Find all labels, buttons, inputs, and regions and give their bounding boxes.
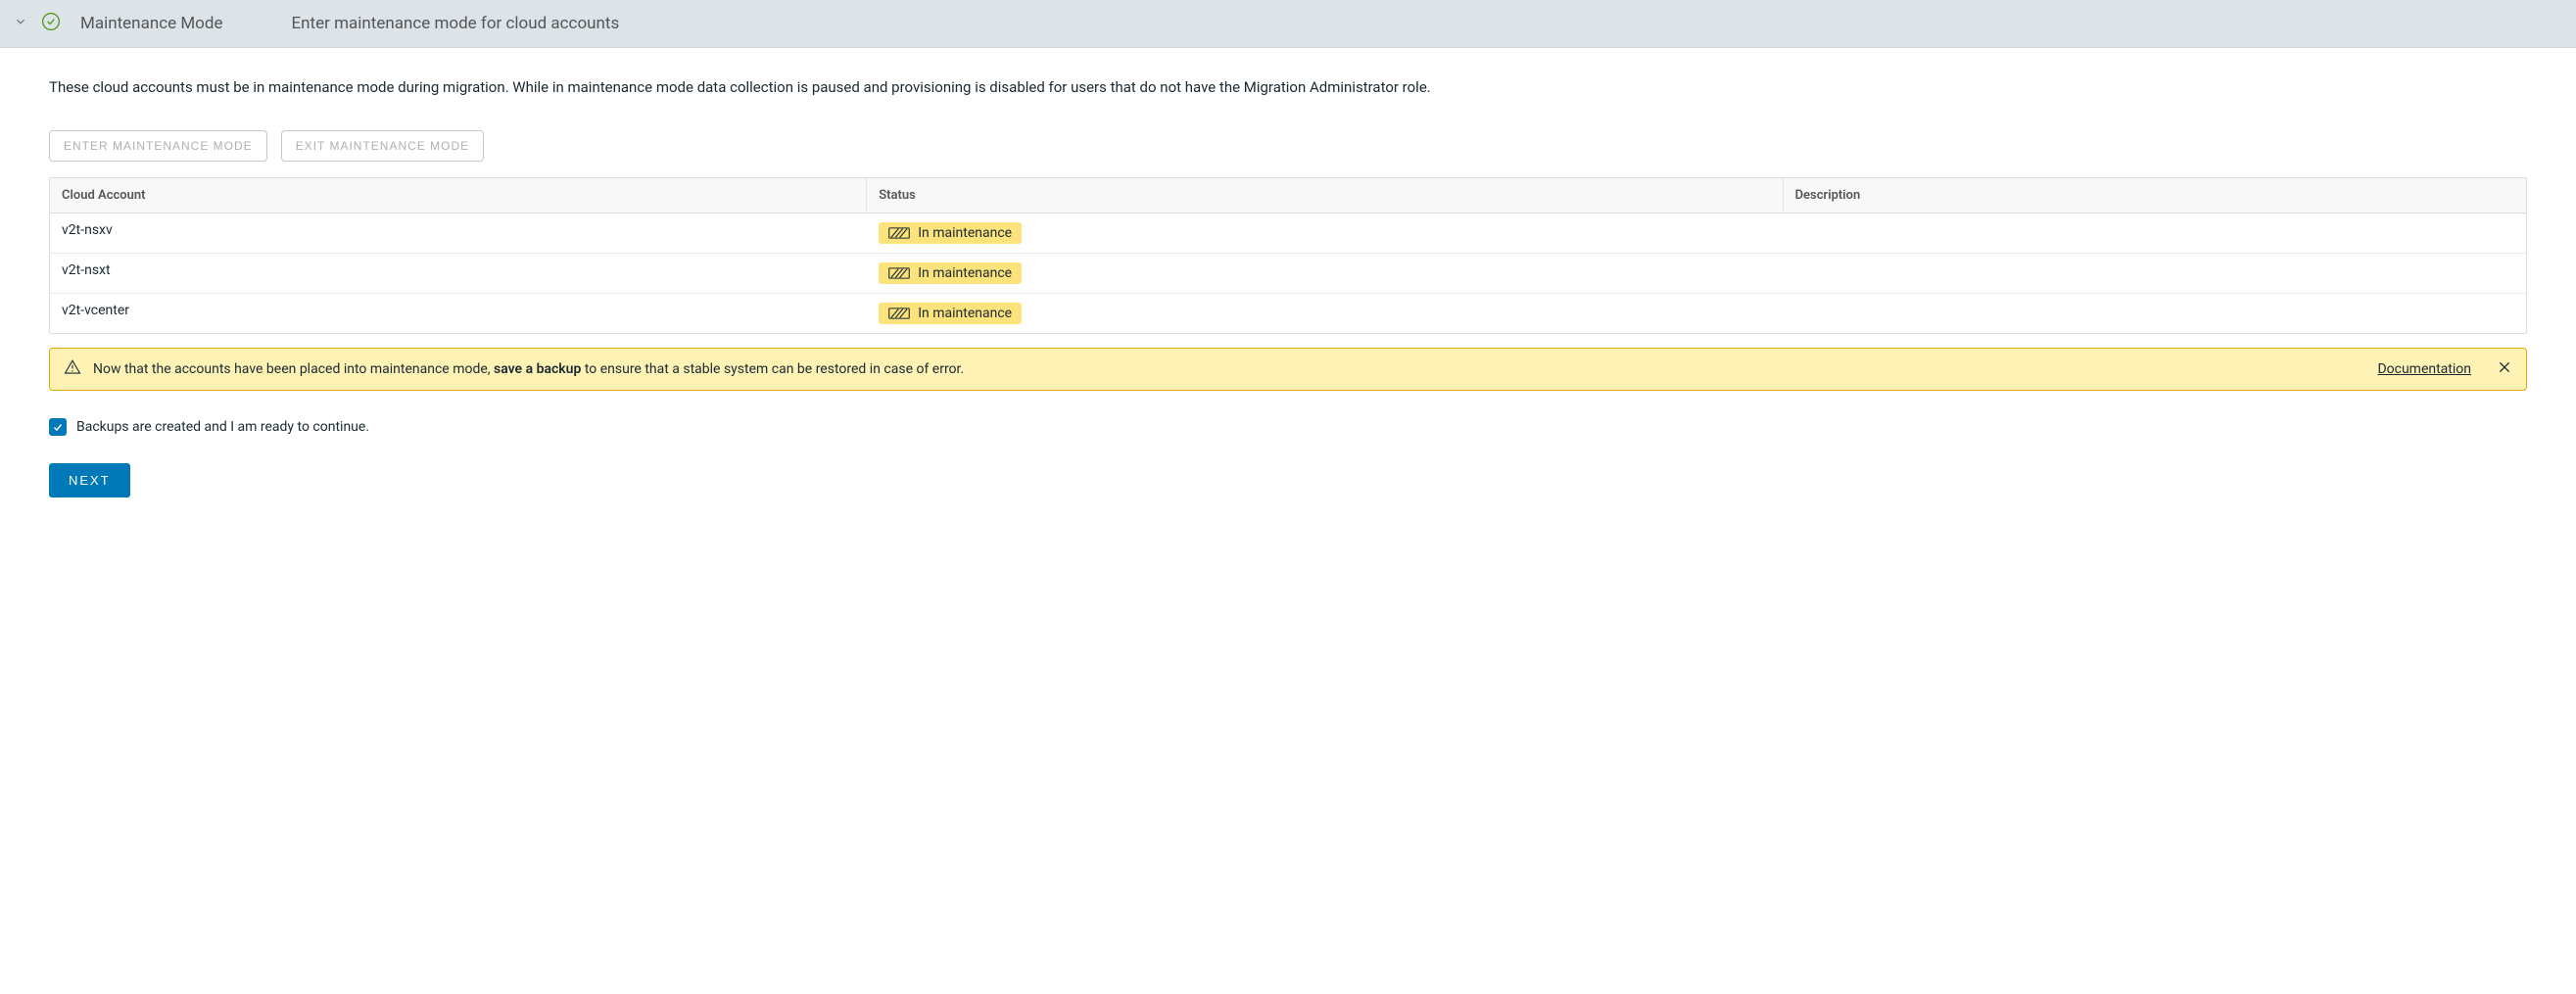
chevron-down-icon[interactable] <box>14 15 27 32</box>
table-row[interactable]: v2t-nsxv In maintenance <box>50 213 2526 254</box>
cell-status: In maintenance <box>867 254 1783 293</box>
ready-checkbox[interactable] <box>49 418 67 436</box>
alert-text-prefix: Now that the accounts have been placed i… <box>93 361 494 377</box>
status-badge: In maintenance <box>879 262 1022 284</box>
close-icon[interactable] <box>2497 359 2512 379</box>
step-header: Maintenance Mode Enter maintenance mode … <box>0 0 2576 48</box>
cell-description <box>1784 254 2526 293</box>
status-badge: In maintenance <box>879 303 1022 324</box>
backup-alert: Now that the accounts have been placed i… <box>49 348 2527 391</box>
alert-text-bold: save a backup <box>494 361 581 377</box>
status-complete-icon <box>41 12 61 35</box>
cell-status: In maintenance <box>867 294 1783 333</box>
ready-checkbox-row: Backups are created and I am ready to co… <box>49 418 2527 436</box>
documentation-link[interactable]: Documentation <box>2377 361 2471 377</box>
page-subtitle: Enter maintenance mode for cloud account… <box>291 14 619 33</box>
cell-description <box>1784 294 2526 333</box>
table-header: Cloud Account Status Description <box>50 178 2526 213</box>
content-area: These cloud accounts must be in maintena… <box>0 48 2576 525</box>
col-header-status: Status <box>867 178 1783 213</box>
table-row[interactable]: v2t-nsxt In maintenance <box>50 254 2526 294</box>
col-header-account: Cloud Account <box>50 178 867 213</box>
status-label: In maintenance <box>918 265 1012 281</box>
status-label: In maintenance <box>918 225 1012 241</box>
cell-account: v2t-nsxv <box>50 213 867 253</box>
enter-maintenance-button[interactable]: ENTER MAINTENANCE MODE <box>49 130 267 162</box>
exit-maintenance-button[interactable]: EXIT MAINTENANCE MODE <box>281 130 484 162</box>
alert-message: Now that the accounts have been placed i… <box>93 361 2365 377</box>
maintenance-icon <box>888 266 910 280</box>
next-button[interactable]: NEXT <box>49 463 130 497</box>
cell-description <box>1784 213 2526 253</box>
status-badge: In maintenance <box>879 222 1022 244</box>
alert-text-suffix: to ensure that a stable system can be re… <box>581 361 964 377</box>
cell-status: In maintenance <box>867 213 1783 253</box>
cell-account: v2t-vcenter <box>50 294 867 333</box>
cell-account: v2t-nsxt <box>50 254 867 293</box>
status-label: In maintenance <box>918 306 1012 321</box>
warning-icon <box>64 358 81 380</box>
accounts-table: Cloud Account Status Description v2t-nsx… <box>49 177 2527 334</box>
maintenance-icon <box>888 307 910 320</box>
intro-text: These cloud accounts must be in maintena… <box>49 75 2527 101</box>
ready-checkbox-label: Backups are created and I am ready to co… <box>76 419 369 435</box>
maintenance-button-row: ENTER MAINTENANCE MODE EXIT MAINTENANCE … <box>49 130 2527 162</box>
table-row[interactable]: v2t-vcenter In maintenance <box>50 294 2526 333</box>
maintenance-icon <box>888 226 910 240</box>
page-title: Maintenance Mode <box>80 14 222 33</box>
col-header-description: Description <box>1784 178 2526 213</box>
